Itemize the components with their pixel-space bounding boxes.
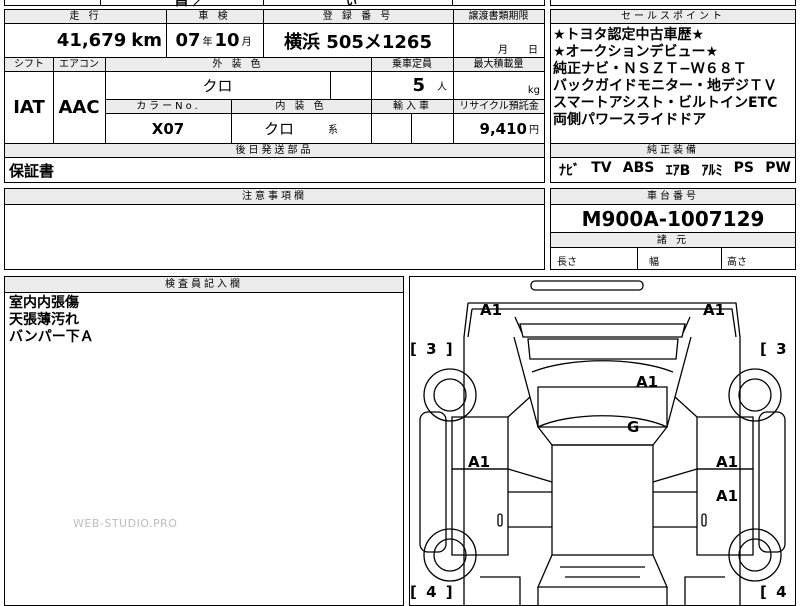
shift-header: シフト [5,58,53,71]
equipment-item: PW [765,160,791,176]
mileage-value: 41,679 [56,30,127,51]
damage-front-right: A1 [703,301,726,319]
sales-point-box: セールスポイント ★トヨタ認定中古車歴★ ★オークションデビュー★ 純正ナビ・Ｎ… [550,9,796,183]
sales-point-item: 両側パワースライドドア [553,112,707,128]
inspector-note: 室内内張傷 [9,295,79,311]
color-no-value: X07 [151,119,185,138]
sales-point-list: ★トヨタ認定中古車歴★ ★オークションデビュー★ 純正ナビ・ＮＳＺＴ−Ｗ６８Ｔ … [551,27,777,129]
exterior-color-value: クロ [202,77,233,95]
interior-color-header: 内 装 色 [231,100,371,113]
shift-value: IAT [13,97,45,118]
recycle-value: 9,410 [479,119,527,138]
registration-header: 登 録 番 号 [263,10,453,23]
inspection-month: 10 [214,30,240,51]
sales-point-item: ★オークションデビュー★ [553,44,719,60]
inspection-year: 07 [175,30,201,51]
damage-glass: G [627,418,640,436]
spec-width-label: 幅 [649,257,659,268]
recycle-field: 9,410 円 [453,114,544,143]
capacity-field: 5 人 [371,72,453,99]
inspector-notes-header: 検査員記入欄 [5,277,403,292]
max-load-unit: kg [527,84,540,96]
inspection-year-unit: 年 [202,37,213,48]
equipment-item: ｴｱB [665,163,691,179]
specs-header: 諸 元 [551,233,795,247]
damage-right-front-door: A1 [716,453,739,471]
sales-point-header: セールスポイント [551,10,795,23]
vehicle-info-table: 走 行 車 検 登 録 番 号 譲渡書類期限 41,679 km 07 年 10… [4,9,545,183]
damage-right-rear-door: A1 [716,487,739,505]
inspector-notes-box: 検査員記入欄 室内内張傷 天張薄汚れ バンパー下Ａ WEB-STUDIO.PRO [4,276,404,606]
standard-equipment-header: 純正装備 [551,144,795,157]
color-no-header: カラーNo. [106,100,231,113]
later-parts-value: 保証書 [9,162,55,180]
chassis-specs-box: 車台番号 M900A-1007129 諸 元 長さ 幅 高さ [550,188,796,270]
spec-height-label: 高さ [727,257,747,268]
inspection-month-unit: 月 [241,37,252,48]
inspector-note: バンパー下Ａ [9,329,94,345]
exterior-color-header: 外 装 色 [105,58,371,71]
damage-roof: A1 [636,373,659,391]
interior-color-field: クロ 系 [231,114,371,143]
equipment-item: ABS [622,160,655,176]
notes-header: 注意事項欄 [5,189,544,204]
import-header: 輸入車 [372,100,453,113]
spec-length-label: 長さ [557,257,577,268]
damage-left-door: A1 [468,453,491,471]
top-cut-strip: 昌 ／ ぃ [4,0,545,9]
mileage-unit: km [131,30,162,51]
transfer-deadline-header: 譲渡書類期限 [453,10,544,23]
sales-point-item: バックガイドモニター・地デジＴＶ [553,78,777,94]
cut-text-right: ぃ [345,0,359,9]
chassis-no-header: 車台番号 [551,189,795,204]
equipment-item: TV [591,160,612,176]
tire-rear-left-grade: [ 4 ] [410,583,455,601]
max-load-header: 最大積載量 [453,58,544,71]
tire-rear-right-grade: [ 4 [760,583,789,601]
equipment-item: PS [733,160,755,176]
recycle-unit: 円 [529,125,539,136]
later-parts-header: 後日発送部品 [5,144,544,157]
tire-front-left-grade: [ 3 ] [410,340,455,358]
equipment-item: ｱﾙﾐ [701,163,723,179]
transfer-deadline-field: 月 日 [453,40,544,56]
top-cut-strip-right [550,0,796,6]
sales-point-item: スマートアシスト・ビルトインETC [553,95,778,111]
transfer-day-unit: 日 [528,44,538,56]
aircon-value: AAC [58,97,100,118]
sales-point-item: 純正ナビ・ＮＳＺＴ−Ｗ６８Ｔ [553,61,747,77]
capacity-value: 5 [412,75,425,96]
equipment-item: ﾅﾋﾞ [559,163,580,179]
inspection-field: 07 年 10 月 [166,24,263,57]
capacity-header: 乗車定員 [371,58,453,71]
inspector-note: 天張薄汚れ [9,312,79,328]
equipment-list: ﾅﾋﾞ TV ABS ｴｱB ｱﾙﾐ PS PW [559,160,791,180]
mileage-header: 走 行 [5,10,166,23]
sales-point-item: ★トヨタ認定中古車歴★ [553,27,705,43]
recycle-header: リサイクル預託金 [454,100,544,113]
damage-front-left: A1 [480,301,503,319]
interior-color-suffix: 系 [328,125,338,136]
cut-text-left: 昌 ／ [175,0,206,9]
mileage-field: 41,679 km [5,24,166,57]
registration-value: 横浜 505メ1265 [284,31,432,53]
notes-box: 注意事項欄 [4,188,545,270]
watermark: WEB-STUDIO.PRO [73,517,178,530]
interior-color-value: クロ [263,120,294,138]
car-diagram-box: A1 A1 A1 G A1 A1 A1 [ 3 ] [ 3 [ 4 ] [ 4 [409,276,796,606]
transfer-month-unit: 月 [498,44,508,56]
car-diagram [419,280,786,605]
aircon-header: エアコン [53,58,105,71]
capacity-unit: 人 [437,82,447,93]
chassis-no-value: M900A-1007129 [581,206,765,231]
inspection-header: 車 検 [166,10,263,23]
inspector-notes-list: 室内内張傷 天張薄汚れ バンパー下Ａ [9,295,94,346]
tire-front-right-grade: [ 3 [760,340,789,358]
